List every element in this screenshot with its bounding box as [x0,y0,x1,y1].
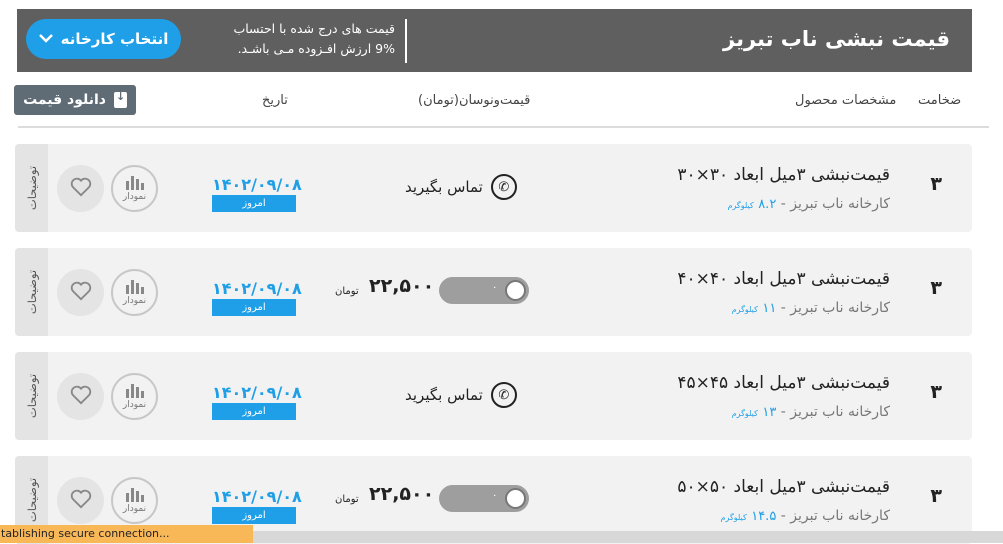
thickness-value: ۳ [930,485,942,507]
column-price: قیمت‌ونوسان(تومان) [418,93,531,108]
product-weight: ۱۱ [762,301,777,316]
today-badge: امروز [212,403,296,420]
description-tab[interactable]: توضیحات [15,248,48,336]
thickness-value: ۳ [930,173,942,195]
price-chart-button[interactable]: نمودار [111,269,158,316]
weight-unit: کیلوگرم [731,305,758,314]
price-change-value: ۰ [492,490,498,501]
heart-icon [70,385,92,409]
column-thickness: ضخامت [918,93,962,108]
toggle-knob [505,488,526,509]
description-label: توضیحات [24,165,39,211]
weight-unit: کیلوگرم [727,201,754,210]
download-price-button[interactable]: دانلود قیمت [14,85,136,115]
product-name: قیمت‌نبشی ۳میل ابعاد ۳۰×۳۰ [677,165,890,185]
weight-unit: کیلوگرم [731,409,758,418]
thickness-value: ۳ [930,277,942,299]
factory-name: کارخانه ناب تبریز - [780,300,890,316]
phone-icon: ✆ [490,174,517,200]
currency-label: تومان [335,494,359,505]
price-value: ۲۲,۵۰۰ [369,483,435,505]
product-weight: ۱۳ [762,405,777,420]
column-date: تاریخ [262,93,288,108]
today-badge: امروز [212,299,296,316]
favorite-button[interactable] [57,477,104,524]
page-title: قیمت نبشی ناب تبریز [723,27,950,51]
heart-icon [70,281,92,305]
contact-label: تماس بگیرید [405,386,483,404]
product-subtitle: کارخانه ناب تبریز - ۸.۲ کیلوگرم [728,196,890,212]
favorite-button[interactable] [57,269,104,316]
price-date: ۱۴۰۲/۰۹/۰۸ [212,279,302,298]
today-badge: امروز [212,195,296,212]
table-header: دانلود قیمت تاریخ قیمت‌ونوسان(تومان) مشخ… [0,80,1003,128]
header-divider [18,126,989,128]
contact-button[interactable]: ✆ تماس بگیرید [405,174,533,200]
chart-label: نمودار [122,400,147,410]
vat-note-line1: قیمت های درج شده با احتساب [233,21,395,36]
product-subtitle: کارخانه ناب تبریز - ۱۱ کیلوگرم [732,300,890,316]
bar-chart-icon [126,488,144,502]
price-date: ۱۴۰۲/۰۹/۰۸ [212,383,302,402]
bar-chart-icon [126,176,144,190]
price-date: ۱۴۰۲/۰۹/۰۸ [212,487,302,506]
price-date: ۱۴۰۲/۰۹/۰۸ [212,175,302,194]
contact-button[interactable]: ✆ تماس بگیرید [405,382,533,408]
thickness-value: ۳ [930,381,942,403]
price-chart-button[interactable]: نمودار [111,165,158,212]
chart-label: نمودار [122,296,147,306]
price-change-toggle[interactable]: ۰ [439,277,529,304]
weight-unit: کیلوگرم [720,513,747,522]
chart-label: نمودار [122,192,147,202]
product-weight: ۸.۲ [758,197,777,212]
table-row: توضیحات نمودار ۱۴۰۲/۰۹/۰۸ امروز تومان ۲۲… [15,248,972,336]
price-chart-button[interactable]: نمودار [111,477,158,524]
table-row: توضیحات نمودار ۱۴۰۲/۰۹/۰۸ امروز ✆ تماس ب… [15,144,972,232]
description-label: توضیحات [24,477,39,523]
phone-icon: ✆ [490,382,517,408]
product-weight: ۱۴.۵ [751,509,777,524]
description-tab[interactable]: توضیحات [15,352,48,440]
product-subtitle: کارخانه ناب تبریز - ۱۳ کیلوگرم [732,404,890,420]
price-change-value: ۰ [492,282,498,293]
favorite-button[interactable] [57,165,104,212]
factory-name: کارخانه ناب تبریز - [780,196,890,212]
download-price-label: دانلود قیمت [23,92,106,108]
browser-status-bar: tablishing secure connection... [0,525,253,543]
price-change-toggle[interactable]: ۰ [439,485,529,512]
table-row: توضیحات نمودار ۱۴۰۲/۰۹/۰۸ امروز ✆ تماس ب… [15,352,972,440]
currency-label: تومان [335,286,359,297]
product-name: قیمت‌نبشی ۳میل ابعاد ۵۰×۵۰ [677,477,890,497]
horizontal-scrollbar[interactable] [252,531,1003,543]
toggle-knob [505,280,526,301]
description-label: توضیحات [24,373,39,419]
price-chart-button[interactable]: نمودار [111,373,158,420]
description-label: توضیحات [24,269,39,315]
bar-chart-icon [126,280,144,294]
contact-label: تماس بگیرید [405,178,483,196]
column-specs: مشخصات محصول [795,93,897,108]
heart-icon [70,177,92,201]
chart-label: نمودار [122,504,147,514]
vat-note-line2: 9% ارزش افـزوده مـی باشـد. [237,41,395,56]
price-value: ۲۲,۵۰۰ [369,275,435,297]
chevron-down-icon [38,32,53,47]
select-factory-button[interactable]: انتخاب کارخانه [26,19,181,59]
product-subtitle: کارخانه ناب تبریز - ۱۴.۵ کیلوگرم [721,508,890,524]
today-badge: امروز [212,507,296,524]
factory-name: کارخانه ناب تبریز - [780,404,890,420]
product-name: قیمت‌نبشی ۳میل ابعاد ۴۵×۴۵ [677,373,890,393]
download-icon [113,90,127,108]
vat-note: قیمت های درج شده با احتساب 9% ارزش افـزو… [207,19,407,63]
page-header: قیمت نبشی ناب تبریز قیمت های درج شده با … [17,9,972,72]
favorite-button[interactable] [57,373,104,420]
factory-name: کارخانه ناب تبریز - [780,508,890,524]
bar-chart-icon [126,384,144,398]
select-factory-label: انتخاب کارخانه [60,30,169,48]
description-tab[interactable]: توضیحات [15,144,48,232]
heart-icon [70,489,92,513]
product-name: قیمت‌نبشی ۳میل ابعاد ۴۰×۴۰ [677,269,890,289]
